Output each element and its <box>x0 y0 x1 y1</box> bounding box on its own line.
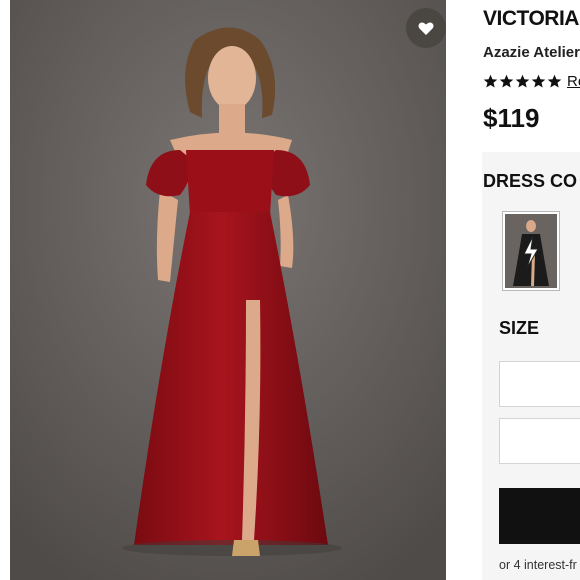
heart-icon <box>418 21 434 35</box>
swatch-image <box>505 214 557 288</box>
color-swatch[interactable] <box>502 211 560 291</box>
product-info-panel: VICTORIA Azazie Atelier Re $119 DRESS CO… <box>466 0 580 580</box>
reviews-link[interactable]: Re <box>567 73 580 90</box>
star-icon <box>547 74 562 88</box>
rating-stars <box>483 74 562 89</box>
favorite-button[interactable] <box>406 8 446 48</box>
size-select-2[interactable] <box>499 418 580 464</box>
product-image-panel <box>10 0 446 580</box>
brand-label: Azazie Atelier <box>483 44 580 61</box>
star-icon <box>531 74 546 88</box>
product-price: $119 <box>483 103 540 133</box>
brand-name: Azazie Atelier <box>483 44 580 61</box>
product-photo <box>10 0 446 580</box>
star-icon <box>499 74 514 88</box>
size-heading: SIZE <box>499 318 540 338</box>
color-heading: DRESS CO <box>483 171 578 191</box>
star-icon <box>483 74 498 88</box>
payment-note: or 4 interest-fr <box>499 558 577 572</box>
size-select-1[interactable] <box>499 361 580 407</box>
product-title: VICTORIA <box>483 7 579 30</box>
add-to-bag-button[interactable] <box>499 488 580 544</box>
star-icon <box>515 74 530 88</box>
